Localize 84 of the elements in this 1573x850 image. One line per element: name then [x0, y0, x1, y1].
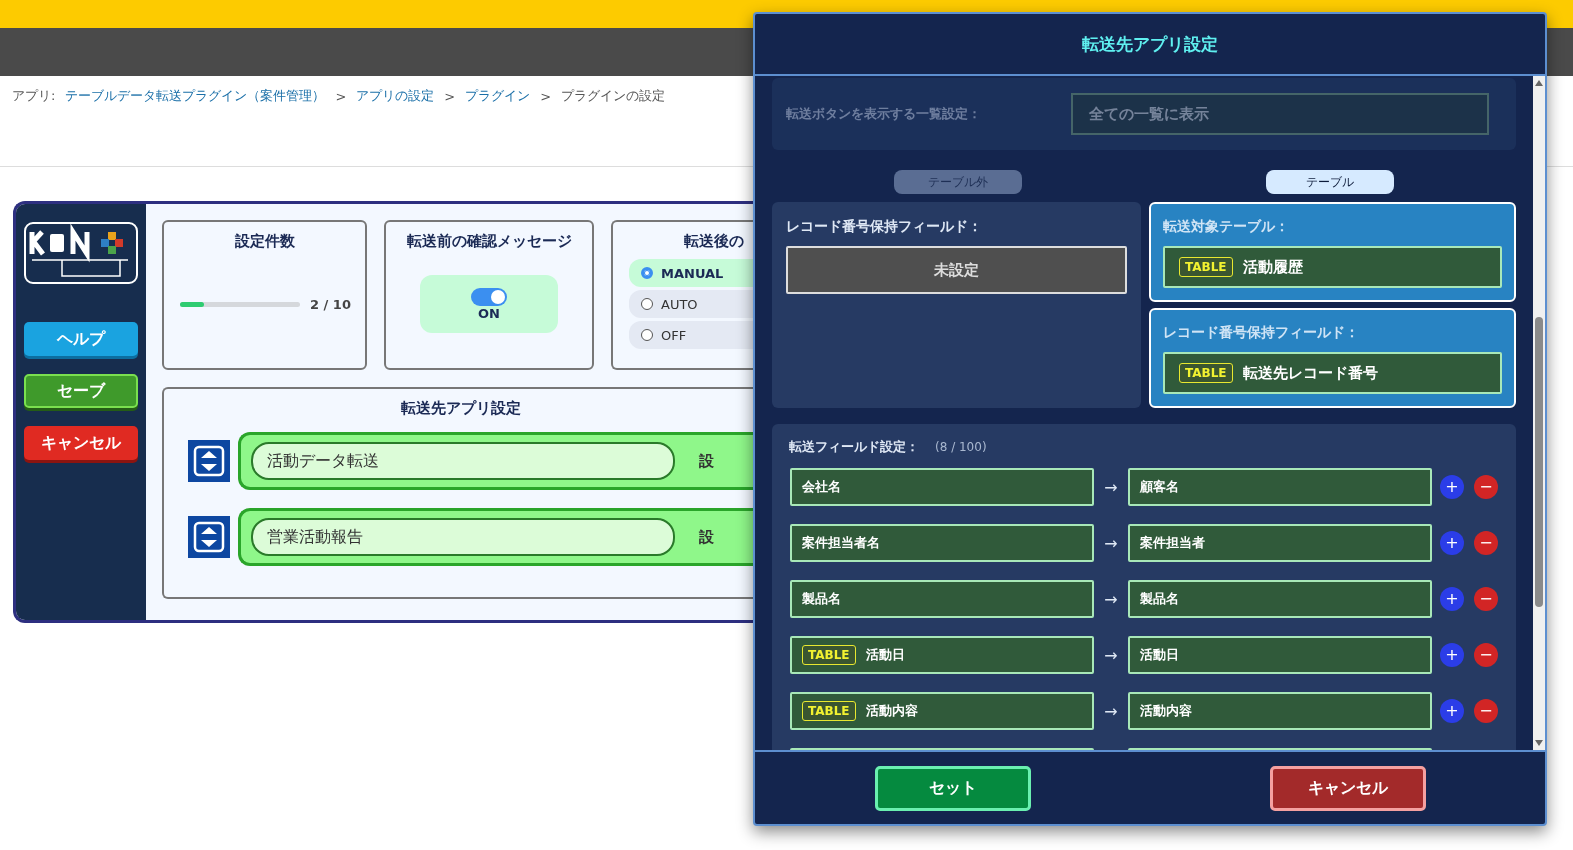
breadcrumb-link[interactable]: テーブルデータ転送プラグイン（案件管理）: [65, 87, 326, 105]
field-value: 活動日: [865, 646, 905, 664]
add-button[interactable]: +: [1440, 643, 1464, 667]
field-value: 製品名: [802, 590, 841, 608]
field-value: 活動内容: [865, 702, 918, 720]
field-label: レコード番号保持フィールド：: [1163, 324, 1359, 340]
dialog-button[interactable]: セット: [874, 765, 1031, 811]
table-field-select[interactable]: TABLE 転送先レコード番号: [1163, 352, 1502, 394]
source-field-select[interactable]: 案件担当者名: [790, 524, 1094, 562]
target-field-select[interactable]: 活動日: [1128, 636, 1432, 674]
target-field-select[interactable]: 製品名: [1128, 580, 1432, 618]
source-field-select[interactable]: TABLE 活動日: [790, 636, 1094, 674]
field-label: 転送対象テーブル：: [1163, 218, 1289, 234]
arrow-text: →: [1103, 477, 1119, 497]
breadcrumb-text: >: [335, 88, 347, 104]
field-value: 活動内容: [1140, 702, 1192, 720]
table-tag: TABLE: [1179, 257, 1233, 277]
target-field-select[interactable]: 顧客名: [1128, 468, 1432, 506]
source-field-select[interactable]: 製品名: [790, 580, 1094, 618]
breadcrumb-link[interactable]: プラグイン: [465, 87, 531, 105]
option-label: OFF: [661, 327, 687, 343]
option-label: AUTO: [661, 296, 698, 312]
table-field-select[interactable]: TABLE 活動履歴: [1163, 246, 1502, 288]
logo-icon: [24, 222, 138, 284]
field-value: 案件担当者: [1140, 534, 1205, 552]
scroll-up-icon[interactable]: [1534, 79, 1544, 87]
source-field-select[interactable]: TABLE 活動内容: [790, 692, 1094, 730]
add-button[interactable]: +: [1440, 531, 1464, 555]
breadcrumb-link[interactable]: アプリの設定: [356, 87, 435, 105]
field-value: 活動日: [1140, 646, 1179, 664]
option-label: MANUAL: [661, 265, 724, 281]
table-tag: TABLE: [802, 645, 856, 665]
field-value: 製品名: [1140, 590, 1179, 608]
card-title: 転送前の確認メッセージ: [406, 232, 572, 251]
dialog-button[interactable]: キャンセル: [1269, 765, 1426, 811]
field-label: レコード番号保持フィールド：: [786, 218, 982, 234]
field-value: 顧客名: [1140, 478, 1179, 496]
table-tag: TABLE: [1179, 363, 1233, 383]
app-name-field[interactable]: 営業活動報告: [251, 518, 675, 556]
sort-handle-icon[interactable]: [188, 516, 230, 558]
target-field-select[interactable]: 活動内容: [1128, 692, 1432, 730]
arrow-text: →: [1103, 533, 1119, 553]
add-button[interactable]: +: [1440, 475, 1464, 499]
remove-button[interactable]: −: [1474, 531, 1498, 555]
source-field-select[interactable]: 会社名: [790, 468, 1094, 506]
arrow-text: →: [1103, 589, 1119, 609]
count-reading: 2 / 10: [310, 297, 351, 312]
sort-handle-icon[interactable]: [188, 440, 230, 482]
add-button[interactable]: +: [1440, 587, 1464, 611]
sidebar-button[interactable]: セーブ: [24, 374, 138, 408]
scrollbar[interactable]: [1533, 76, 1545, 750]
section-label: 転送フィールド設定：: [789, 438, 919, 456]
breadcrumb-text: プラグインの設定: [561, 87, 666, 105]
table-tag: TABLE: [802, 701, 856, 721]
remove-button[interactable]: −: [1474, 643, 1498, 667]
record-field-select[interactable]: 未設定: [786, 246, 1127, 294]
arrow-text: →: [1103, 701, 1119, 721]
field-value: 転送先レコード番号: [1242, 363, 1378, 383]
breadcrumb-text: >: [540, 88, 552, 104]
field-count: (8 / 100): [935, 440, 987, 454]
toggle-switch[interactable]: [471, 287, 507, 306]
card-title: 転送後の: [683, 232, 745, 251]
field-value: 活動履歴: [1242, 257, 1303, 277]
arrow-text: →: [1103, 645, 1119, 665]
remove-button[interactable]: −: [1474, 587, 1498, 611]
remove-button[interactable]: −: [1474, 475, 1498, 499]
field-label: 転送ボタンを表示する一覧設定：: [786, 105, 981, 123]
dialog-title: 転送先アプリ設定: [1082, 32, 1218, 56]
sidebar-button[interactable]: キャンセル: [24, 426, 138, 460]
breadcrumb-text: アプリ:: [12, 87, 56, 105]
card-title: 設定件数: [233, 232, 296, 251]
breadcrumb-text: >: [444, 88, 456, 104]
field-value: 会社名: [802, 478, 841, 496]
tab[interactable]: テーブル: [1266, 170, 1394, 194]
remove-button[interactable]: −: [1474, 699, 1498, 723]
settings-link[interactable]: 設: [699, 527, 714, 547]
toggle-label: ON: [478, 305, 500, 321]
scroll-down-icon[interactable]: [1534, 739, 1544, 747]
target-field-select[interactable]: 案件担当者: [1128, 524, 1432, 562]
card-title: 転送先アプリ設定: [400, 399, 522, 418]
field-value: 案件担当者名: [802, 534, 880, 552]
add-button[interactable]: +: [1440, 699, 1464, 723]
app-name-field[interactable]: 活動データ転送: [251, 442, 675, 480]
settings-link[interactable]: 設: [699, 451, 714, 471]
